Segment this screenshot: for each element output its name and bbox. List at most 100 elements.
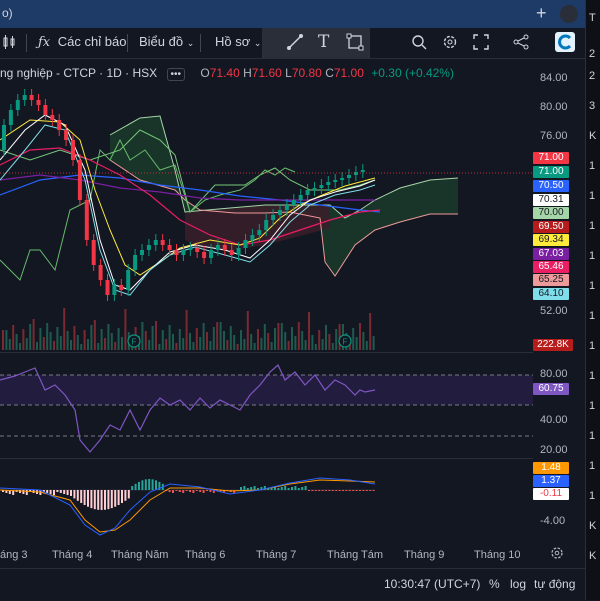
watchlist-item[interactable]: 1 [589, 160, 595, 172]
watchlist-item[interactable]: 1 [589, 310, 595, 322]
chevron-down-icon: ⌄ [253, 38, 262, 48]
volume-bar [195, 328, 198, 350]
volume-bar [5, 330, 8, 350]
macd-histogram-bar [311, 490, 314, 491]
macd-histogram-bar [100, 490, 103, 510]
macd-histogram-bar [175, 490, 178, 491]
drawing-tools-group: T [262, 28, 370, 58]
percent-scale-toggle[interactable]: % [489, 577, 500, 591]
candle-body [298, 195, 303, 200]
candle-body [146, 245, 151, 250]
volume-bar [144, 331, 147, 350]
window-menu-button[interactable] [560, 5, 578, 23]
chart-type-button[interactable]: Biểu đồ ⌄ [139, 34, 194, 49]
text-tool-icon[interactable]: T [318, 32, 329, 52]
watchlist-item[interactable]: K [589, 550, 596, 562]
share-icon[interactable] [512, 33, 530, 56]
volume-bar [240, 330, 242, 350]
axis-settings-icon[interactable] [549, 545, 565, 566]
pane-divider[interactable] [0, 458, 533, 459]
volume-tag: 222.8K [533, 339, 573, 351]
macd-histogram-bar [76, 490, 79, 501]
macd-histogram-bar [284, 486, 287, 490]
volume-bar [158, 344, 161, 350]
volume-bar [15, 334, 18, 350]
volume-bar [257, 329, 259, 350]
macd-histogram-bar [59, 490, 62, 493]
zoom-icon[interactable] [410, 33, 428, 56]
macd-axis-label: -4.00 [540, 515, 566, 527]
tab-title[interactable]: o) [2, 6, 13, 20]
indicators-label: Các chỉ báo [57, 34, 127, 49]
volume-bar [53, 341, 55, 350]
watchlist-item[interactable]: 1 [589, 340, 595, 352]
watchlist-item[interactable]: K [589, 520, 596, 532]
rsi-axis-label: 80.00 [540, 368, 568, 380]
new-tab-button[interactable]: + [536, 3, 547, 24]
candle-body [2, 125, 6, 150]
candle-body [15, 100, 20, 110]
auto-scale-toggle[interactable]: tự động [534, 577, 575, 591]
macd-histogram-bar [178, 490, 181, 492]
log-scale-toggle[interactable]: log [510, 577, 526, 591]
macd-histogram-bar [134, 483, 137, 490]
volume-bar [168, 325, 171, 350]
profile-button[interactable]: Hồ sơ ⌄ [215, 34, 261, 49]
watchlist-item[interactable]: 1 [589, 370, 595, 382]
candle-body [167, 245, 172, 250]
price-axis-label: 76.00 [540, 130, 568, 142]
volume-bar [63, 308, 66, 350]
volume-bar [331, 343, 334, 350]
candle-body [22, 95, 27, 100]
clock-display[interactable]: 10:30:47 (UTC+7) [384, 577, 480, 591]
candle-body [222, 245, 227, 250]
volume-bar [87, 339, 89, 350]
gear-icon[interactable] [441, 33, 459, 56]
candle-body [312, 188, 317, 190]
watchlist-item[interactable]: 1 [589, 190, 595, 202]
macd-histogram-bar [22, 490, 25, 494]
candle-style-icon[interactable] [2, 34, 16, 53]
watchlist-item[interactable]: 1 [589, 460, 595, 472]
candle-body [202, 252, 207, 258]
watchlist-item[interactable]: K [589, 130, 596, 142]
volume-bar [270, 342, 273, 350]
volume-bar [206, 332, 208, 350]
candle-body [50, 115, 55, 120]
watchlist-item[interactable]: T [589, 12, 596, 24]
watchlist-item[interactable]: 1 [589, 490, 595, 502]
watchlist-item[interactable]: 1 [589, 220, 595, 232]
shape-tool-icon[interactable] [346, 33, 364, 56]
watchlist-panel: T 2 2 3 K 1 1 1 1 1 1 1 1 1 1 1 1 K K [585, 0, 600, 600]
macd-histogram-bar [297, 488, 300, 490]
volume-bar [321, 339, 324, 350]
price-level-tag: 64.10 [533, 288, 569, 300]
pane-divider[interactable] [0, 352, 533, 353]
watchlist-item[interactable]: 2 [589, 48, 595, 60]
price-level-tag: 67.03 [533, 248, 569, 260]
indicators-button[interactable]: ƒx Các chỉ báo [38, 34, 126, 50]
volume-bar [90, 325, 93, 350]
rsi-value-tag: 60.75 [533, 383, 569, 395]
watchlist-item[interactable]: 3 [589, 100, 595, 112]
macd-histogram-bar [110, 490, 113, 509]
macd-histogram-bar [104, 490, 106, 510]
price-level-tag: 70.00 [533, 207, 569, 219]
trend-line-icon[interactable] [286, 33, 304, 56]
macd-histogram-bar [372, 490, 375, 491]
brand-logo-icon[interactable] [555, 32, 575, 52]
watchlist-item[interactable]: 1 [589, 280, 595, 292]
fullscreen-icon[interactable] [472, 33, 490, 56]
watchlist-item[interactable]: 1 [589, 430, 595, 442]
volume-bar [304, 340, 307, 350]
macd-histogram-bar [345, 490, 348, 491]
candle-body [112, 285, 117, 295]
macd-histogram-bar [308, 490, 310, 491]
candle-body [333, 180, 338, 182]
price-chart-canvas[interactable]: F F [0, 58, 585, 573]
watchlist-item[interactable]: 1 [589, 250, 595, 262]
macd-histogram-bar [151, 479, 154, 490]
watchlist-item[interactable]: 1 [589, 400, 595, 412]
volume-bar [70, 340, 72, 350]
watchlist-item[interactable]: 2 [589, 70, 595, 82]
